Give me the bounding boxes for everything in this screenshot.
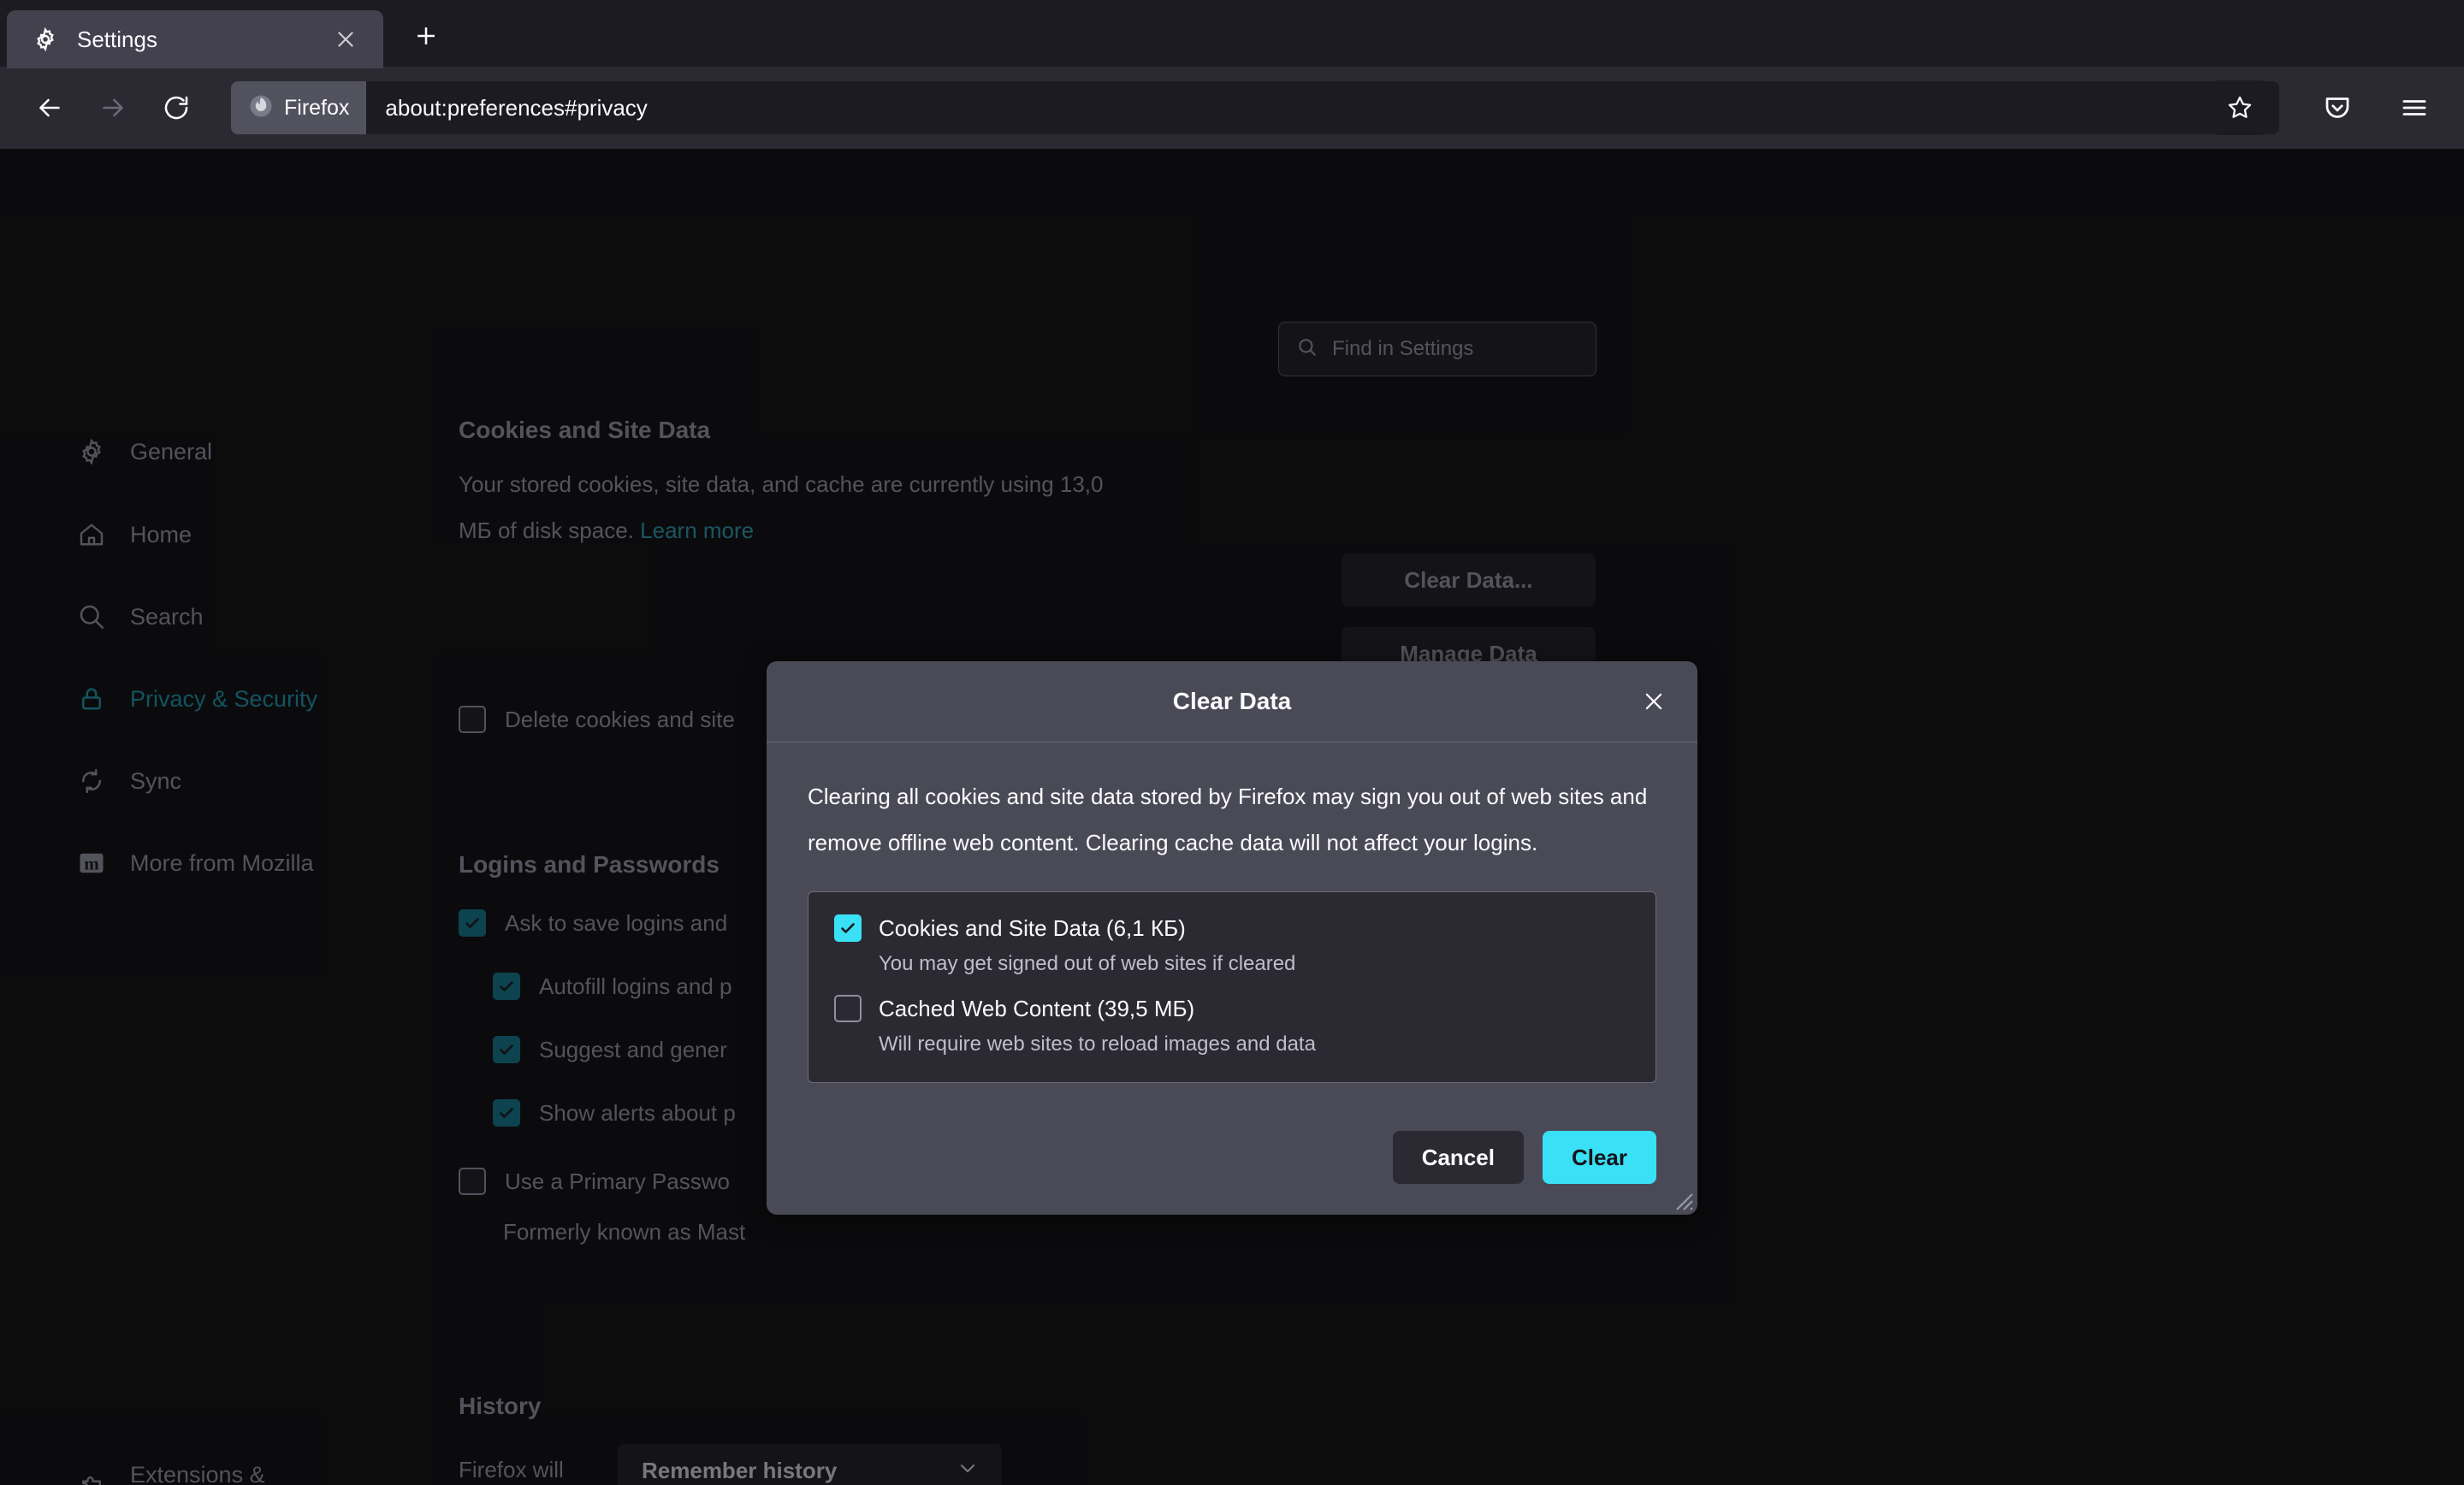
tab-settings[interactable]: Settings (7, 10, 383, 68)
toolbar-right (2310, 80, 2442, 135)
identity-label: Firefox (284, 95, 350, 120)
browser-window: Settings Firefox about:preferences#priva… (0, 0, 2464, 1485)
dialog-footer: Cancel Clear (767, 1109, 1697, 1215)
dialog-title: Clear Data (1172, 688, 1292, 714)
dialog-description: Clearing all cookies and site data store… (808, 784, 1648, 855)
pocket-icon[interactable] (2310, 80, 2365, 135)
clear-options-list: Cookies and Site Data (6,1 КБ) You may g… (808, 891, 1656, 1083)
navigation-toolbar: Firefox about:preferences#privacy (0, 67, 2464, 150)
reload-icon[interactable] (149, 80, 204, 135)
firefox-icon (248, 93, 274, 123)
dialog-body: Clearing all cookies and site data store… (767, 742, 1697, 1109)
close-icon[interactable] (1632, 680, 1675, 723)
checkbox[interactable] (834, 914, 862, 942)
gear-icon (29, 23, 62, 56)
cancel-button[interactable]: Cancel (1392, 1131, 1524, 1184)
option-sublabel: Will require web sites to reload images … (879, 1032, 1316, 1056)
tab-title: Settings (77, 26, 157, 52)
url-bar[interactable]: Firefox about:preferences#privacy (231, 80, 2279, 135)
dialog-resize-grip[interactable] (1670, 1187, 1694, 1211)
option-cached-web-content[interactable]: Cached Web Content (39,5 МБ) Will requir… (834, 995, 1630, 1056)
option-label: Cached Web Content (39,5 МБ) (879, 995, 1195, 1021)
forward-arrow-icon[interactable] (86, 80, 140, 135)
url-text: about:preferences#privacy (385, 94, 648, 121)
identity-box[interactable]: Firefox (231, 81, 367, 134)
close-icon[interactable] (327, 21, 364, 58)
option-label: Cookies and Site Data (6,1 КБ) (879, 914, 1186, 941)
hamburger-menu-icon[interactable] (2387, 80, 2442, 135)
settings-page: Find in Settings General Home Search Pri… (0, 150, 2464, 1485)
option-cookies-site-data[interactable]: Cookies and Site Data (6,1 КБ) You may g… (834, 914, 1630, 976)
tab-strip: Settings (0, 0, 2464, 68)
checkbox[interactable] (834, 995, 862, 1022)
back-arrow-icon[interactable] (22, 80, 77, 135)
new-tab-button[interactable] (402, 12, 450, 60)
dialog-header: Clear Data (767, 661, 1697, 742)
clear-data-dialog: Clear Data Clearing all cookies and site… (767, 661, 1697, 1215)
clear-button[interactable]: Clear (1542, 1131, 1656, 1184)
option-sublabel: You may get signed out of web sites if c… (879, 952, 1296, 975)
star-icon[interactable] (2212, 80, 2267, 135)
